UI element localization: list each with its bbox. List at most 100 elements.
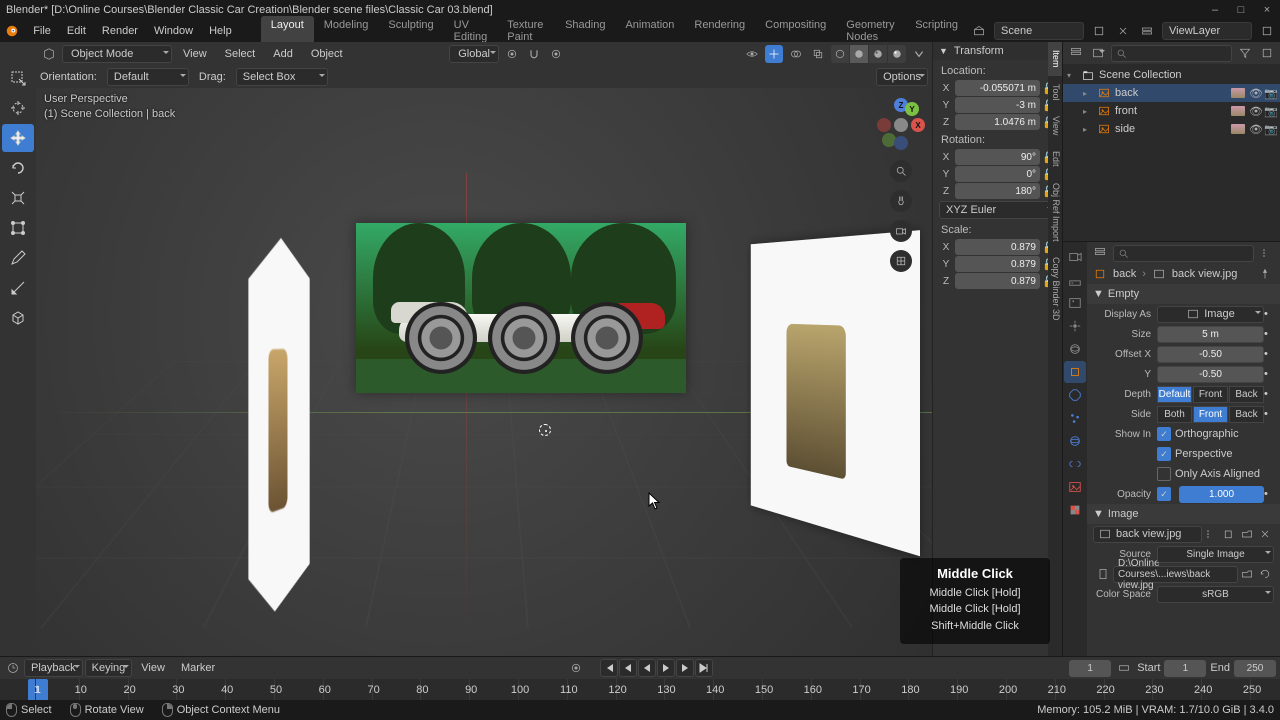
rotation-mode[interactable]: XYZ Euler [939, 201, 1056, 219]
scene-delete-icon[interactable] [1114, 22, 1132, 40]
loc-z[interactable]: 1.0476 m [955, 114, 1040, 130]
ptab-viewlayer[interactable] [1064, 292, 1086, 314]
vp-menu-object[interactable]: Object [304, 45, 350, 63]
ptab-modifiers[interactable] [1064, 384, 1086, 406]
tl-play-rev[interactable] [638, 659, 656, 677]
viewport-canvas[interactable]: User Perspective (1) Scene Collection | … [36, 88, 932, 656]
start-frame[interactable]: 1 [1164, 660, 1206, 677]
np-tab-edit[interactable]: Edit [1048, 143, 1062, 175]
img-open-icon[interactable] [1238, 525, 1256, 543]
img-new-icon[interactable] [1220, 525, 1238, 543]
menu-help[interactable]: Help [202, 22, 239, 40]
loc-y[interactable]: -3 m [955, 97, 1040, 113]
side-segments[interactable]: BothFrontBack [1157, 406, 1264, 423]
np-tab-extra2[interactable]: Copy Binder 3D [1048, 249, 1062, 329]
vp-menu-view[interactable]: View [176, 45, 214, 63]
tool-measure[interactable] [2, 274, 34, 302]
shading-dropdown-icon[interactable] [910, 45, 928, 63]
xray-toggle[interactable] [809, 45, 827, 63]
props-type-icon[interactable] [1091, 244, 1109, 262]
editor-type-icon[interactable] [40, 45, 58, 63]
gizmo-z-neg[interactable] [894, 136, 908, 150]
ol-item-back[interactable]: ▸ back 👁📷 [1063, 84, 1280, 102]
scene-new-icon[interactable] [1090, 22, 1108, 40]
vp-menu-select[interactable]: Select [218, 45, 263, 63]
showin-axis-check[interactable] [1157, 467, 1171, 481]
ol-eye-icon[interactable]: 👁 [1249, 87, 1261, 99]
prop-edit-icon[interactable] [547, 45, 565, 63]
pivot-icon[interactable] [503, 45, 521, 63]
transform-orientation[interactable]: Global [449, 45, 499, 63]
end-frame[interactable]: 250 [1234, 660, 1276, 677]
np-tab-item[interactable]: Item [1048, 42, 1062, 76]
ref-plane-back[interactable] [356, 223, 686, 393]
image-path[interactable]: D:\Online Courses\...iews\back view.jpg [1113, 566, 1238, 583]
viewport-3d[interactable]: Object Mode View Select Add Object Globa… [36, 42, 932, 656]
nav-pan-icon[interactable] [890, 190, 912, 212]
ref-plane-side[interactable] [248, 231, 309, 626]
image-datablock[interactable]: back view.jpg [1093, 526, 1202, 543]
rot-x[interactable]: 90° [955, 149, 1040, 165]
outliner-type-icon[interactable] [1067, 44, 1085, 62]
range-icon[interactable] [1115, 659, 1133, 677]
overlays-toggle[interactable] [787, 45, 805, 63]
nav-zoom-icon[interactable] [890, 160, 912, 182]
tool-select-box[interactable] [2, 64, 34, 92]
vp-menu-add[interactable]: Add [266, 45, 300, 63]
timeline-ruler[interactable]: 1 11020304050607080901001101201301401501… [0, 679, 1280, 701]
window-maximize[interactable]: □ [1228, 0, 1254, 20]
nav-camera-icon[interactable] [890, 220, 912, 242]
ptab-output[interactable] [1064, 269, 1086, 291]
ol-scene-collection[interactable]: ▾ Scene Collection [1063, 66, 1280, 84]
tl-jump-end[interactable] [695, 659, 713, 677]
tl-keying[interactable]: Keying [85, 659, 133, 677]
pin-icon[interactable] [1256, 265, 1274, 283]
img-browse-icon[interactable] [1202, 525, 1220, 543]
empty-section-header[interactable]: ▼Empty [1087, 284, 1280, 304]
ptab-material[interactable] [1064, 499, 1086, 521]
tool-cursor[interactable] [2, 94, 34, 122]
ol-render-icon[interactable]: 📷 [1264, 123, 1276, 135]
nav-gizmo[interactable]: Z Y X [874, 98, 928, 152]
path-reload-icon[interactable] [1256, 565, 1274, 583]
tl-play[interactable] [657, 659, 675, 677]
ol-eye-icon[interactable]: 👁 [1249, 123, 1261, 135]
menu-file[interactable]: File [26, 22, 58, 40]
viewlayer-new-icon[interactable] [1258, 22, 1276, 40]
snap-icon[interactable] [525, 45, 543, 63]
ptab-particles[interactable] [1064, 407, 1086, 429]
offsetx-field[interactable]: -0.50 [1157, 346, 1264, 363]
autokey-icon[interactable] [567, 659, 585, 677]
timeline-type-icon[interactable] [4, 659, 22, 677]
window-close[interactable]: × [1254, 0, 1280, 20]
menu-render[interactable]: Render [95, 22, 145, 40]
tl-next-key[interactable] [676, 659, 694, 677]
opacity-check[interactable]: ✓ [1157, 487, 1171, 501]
drag-dropdown[interactable]: Select Box [236, 68, 328, 86]
np-tab-extra1[interactable]: Obj Ref Import [1048, 175, 1062, 250]
source-dropdown[interactable]: Single Image [1157, 546, 1274, 563]
gizmo-y[interactable]: Y [905, 102, 919, 116]
tool-scale[interactable] [2, 184, 34, 212]
orientation-dropdown[interactable]: Default [107, 68, 189, 86]
ol-eye-icon[interactable]: 👁 [1249, 105, 1261, 117]
current-frame[interactable]: 1 [1069, 660, 1111, 677]
np-transform-header[interactable]: ▼Transform [933, 42, 1062, 60]
showin-ortho-check[interactable]: ✓ [1157, 427, 1171, 441]
image-section-header[interactable]: ▼Image [1087, 504, 1280, 524]
ol-item-front[interactable]: ▸ front 👁📷 [1063, 102, 1280, 120]
rot-z[interactable]: 180° [955, 183, 1040, 199]
loc-x[interactable]: -0.055071 m [955, 80, 1040, 96]
outliner-search[interactable] [1111, 45, 1232, 62]
gizmo-center[interactable] [894, 118, 908, 132]
shade-solid[interactable] [850, 45, 868, 63]
tl-marker[interactable]: Marker [174, 659, 222, 677]
tool-transform[interactable] [2, 214, 34, 242]
outliner-display-mode[interactable] [1089, 44, 1107, 62]
ptab-scene[interactable] [1064, 315, 1086, 337]
outliner-new-collection[interactable] [1258, 44, 1276, 62]
tool-rotate[interactable] [2, 154, 34, 182]
ptab-physics[interactable] [1064, 430, 1086, 452]
tl-jump-start[interactable] [600, 659, 618, 677]
ptab-object[interactable] [1064, 361, 1086, 383]
